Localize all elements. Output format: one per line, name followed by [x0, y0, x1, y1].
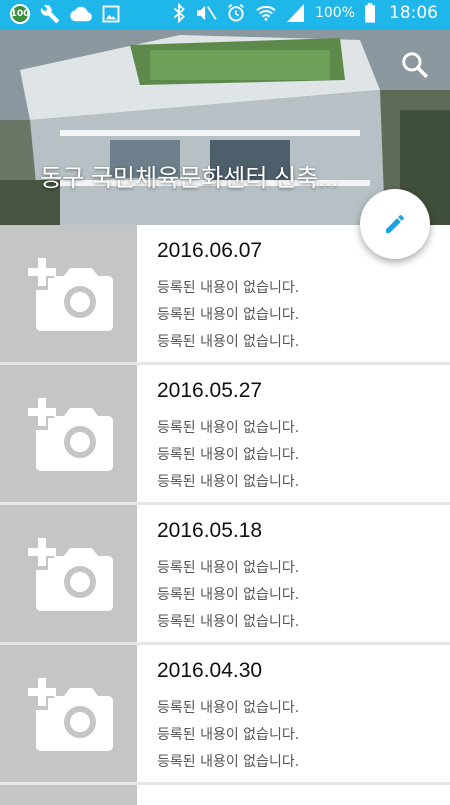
entry-list: 2016.06.07 등록된 내용이 없습니다. 등록된 내용이 없습니다. 등… — [0, 225, 450, 805]
mute-icon — [196, 5, 217, 21]
entry-line: 등록된 내용이 없습니다. — [157, 700, 300, 716]
status-bar: 100 100% 18:06 — [0, 0, 450, 30]
entry-line: 등록된 내용이 없습니다. — [157, 614, 300, 630]
battery-percent: 100% — [314, 5, 355, 21]
list-item[interactable]: 2016.05.18 등록된 내용이 없습니다. 등록된 내용이 없습니다. 등… — [0, 505, 450, 645]
entry-line: 등록된 내용이 없습니다. — [157, 280, 300, 296]
photo-placeholder[interactable] — [0, 505, 137, 642]
add-photo-icon — [27, 537, 113, 611]
bluetooth-icon — [173, 3, 185, 23]
search-icon — [402, 52, 429, 79]
entry-date: 2016.05.18 — [157, 519, 263, 542]
wrench-icon — [40, 4, 60, 24]
entry-line: 등록된 내용이 없습니다. — [157, 334, 300, 350]
entry-line: 등록된 내용이 없습니다. — [157, 754, 300, 770]
photo-placeholder[interactable] — [0, 365, 137, 502]
photo-placeholder[interactable] — [0, 645, 137, 782]
clock: 18:06 — [389, 3, 438, 23]
list-item[interactable] — [0, 785, 450, 805]
alarm-icon — [227, 4, 244, 22]
pencil-icon — [386, 214, 404, 233]
entry-line: 등록된 내용이 없습니다. — [157, 560, 300, 576]
add-photo-icon — [27, 677, 113, 751]
image-icon — [102, 5, 120, 23]
list-item[interactable]: 2016.04.30 등록된 내용이 없습니다. 등록된 내용이 없습니다. 등… — [0, 645, 450, 785]
battery-badge-value: 100 — [10, 9, 30, 19]
add-photo-icon — [27, 397, 113, 471]
battery-icon — [365, 3, 375, 23]
add-photo-icon — [27, 257, 113, 331]
battery-badge-icon: 100 — [10, 4, 30, 24]
page-title: 동구 국민체육문화센터 신축... — [40, 165, 339, 192]
photo-placeholder[interactable] — [0, 225, 137, 362]
edit-fab-button[interactable] — [360, 189, 430, 259]
photo-placeholder[interactable] — [0, 785, 137, 805]
list-item[interactable]: 2016.05.27 등록된 내용이 없습니다. 등록된 내용이 없습니다. 등… — [0, 365, 450, 505]
wifi-icon — [256, 5, 276, 21]
entry-line: 등록된 내용이 없습니다. — [157, 587, 300, 603]
entry-line: 등록된 내용이 없습니다. — [157, 420, 300, 436]
entry-date: 2016.05.27 — [157, 379, 263, 402]
entry-line: 등록된 내용이 없습니다. — [157, 447, 300, 463]
cloud-icon — [70, 6, 92, 22]
search-button[interactable] — [400, 50, 430, 84]
entry-line: 등록된 내용이 없습니다. — [157, 307, 300, 323]
entry-date: 2016.04.30 — [157, 659, 263, 682]
entry-line: 등록된 내용이 없습니다. — [157, 474, 300, 490]
entry-date: 2016.06.07 — [157, 239, 263, 262]
entry-line: 등록된 내용이 없습니다. — [157, 727, 300, 743]
signal-icon — [286, 4, 304, 22]
